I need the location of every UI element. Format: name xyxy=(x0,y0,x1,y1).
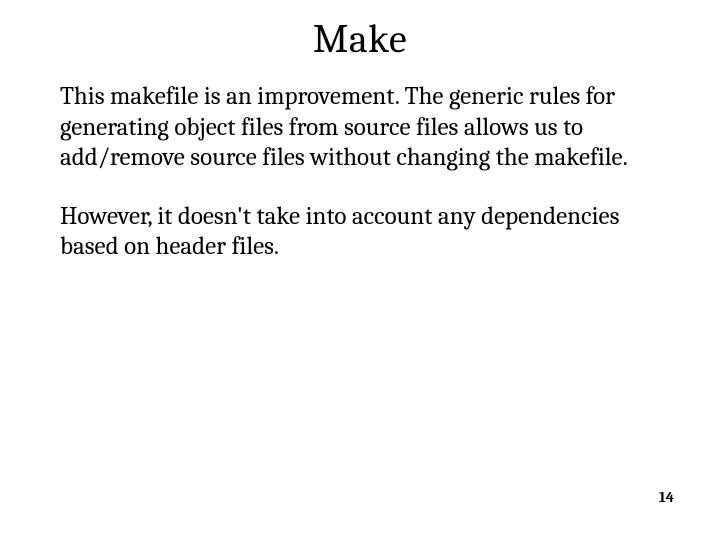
page-number: 14 xyxy=(659,488,674,506)
body-paragraph-1: This makefile is an improvement. The gen… xyxy=(60,82,660,174)
body-paragraph-2: However, it doesn't take into account an… xyxy=(60,202,660,263)
slide-title: Make xyxy=(0,0,720,74)
slide-body: This makefile is an improvement. The gen… xyxy=(0,74,720,263)
slide: Make This makefile is an improvement. Th… xyxy=(0,0,720,540)
